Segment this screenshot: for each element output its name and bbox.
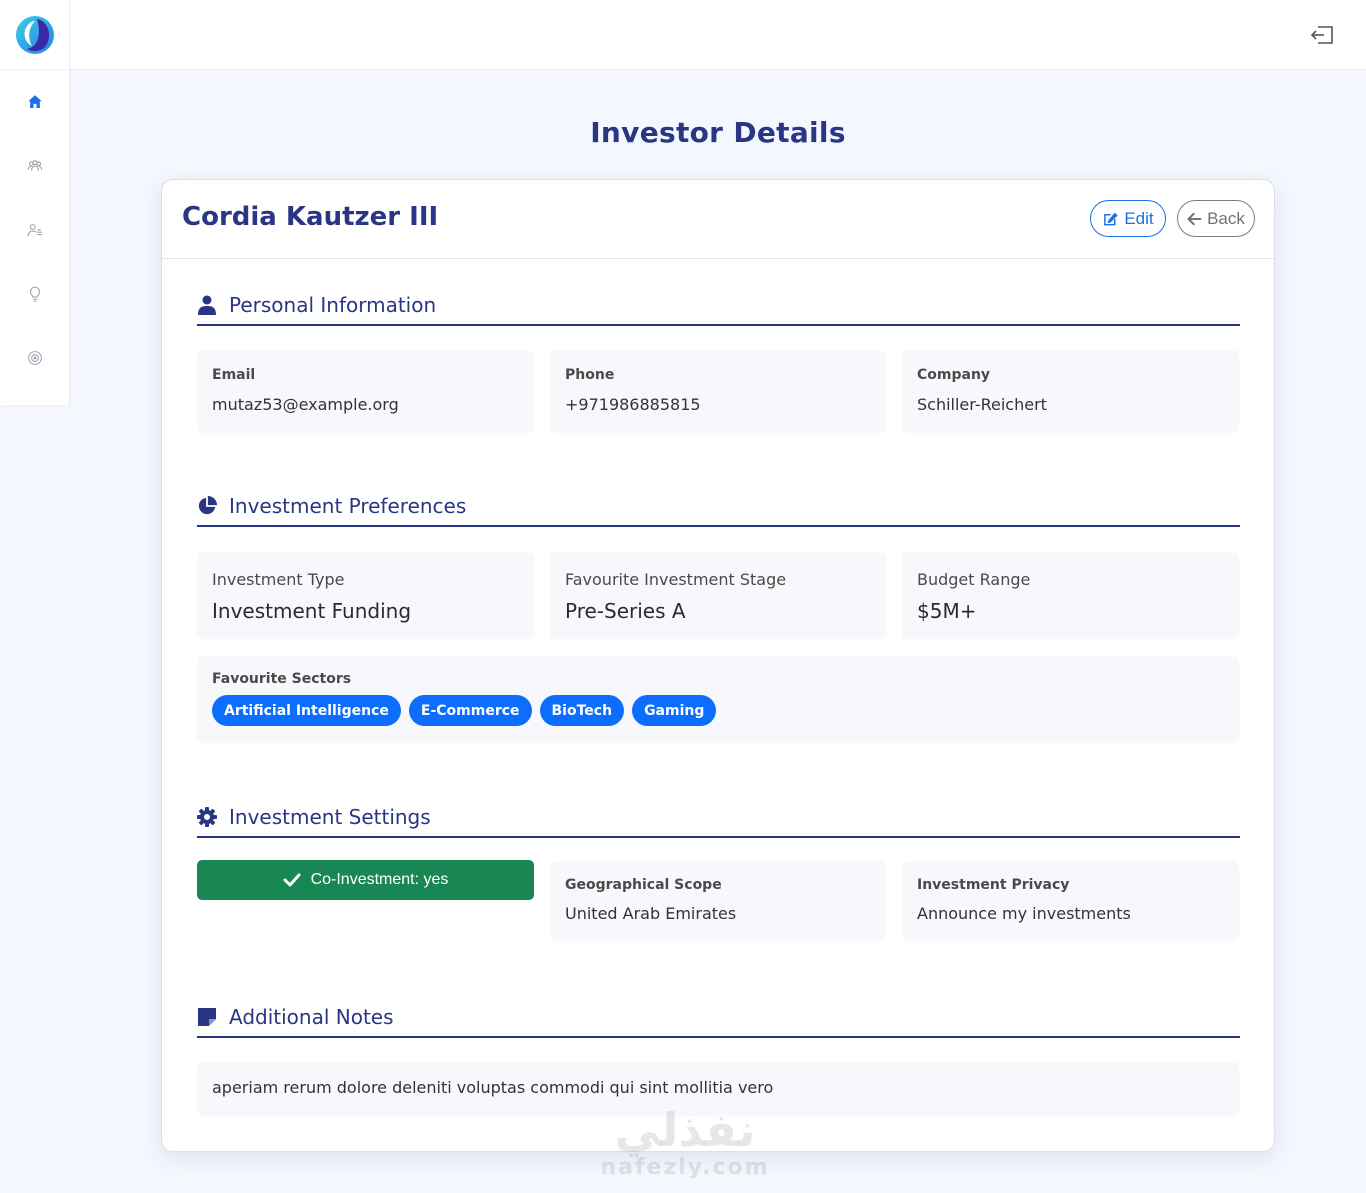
privacy-box: Investment Privacy Announce my investmen… <box>902 861 1239 940</box>
investment-stage-box: Favourite Investment Stage Pre-Series A <box>550 552 886 638</box>
personal-section: Personal Information Email mutaz53@examp… <box>197 286 1240 432</box>
notes-section: Additional Notes aperiam rerum dolore de… <box>197 998 1240 1115</box>
sectors-label: Favourite Sectors <box>212 671 352 687</box>
section-header: Investment Settings <box>197 798 1240 838</box>
investor-card: Cordia Kautzer III Edit Back Personal In… <box>161 179 1275 1152</box>
phone-label: Phone <box>565 367 615 383</box>
sidebar-item-targets[interactable] <box>0 326 70 390</box>
section-header: Additional Notes <box>197 998 1240 1038</box>
phone-box: Phone +971986885815 <box>550 350 886 432</box>
section-header: Investment Preferences <box>197 487 1240 527</box>
back-button[interactable]: Back <box>1177 200 1255 237</box>
edit-icon <box>1104 212 1118 225</box>
page-title: Investor Details <box>590 116 846 149</box>
section-title: Investment Settings <box>229 805 431 829</box>
sector-tag: BioTech <box>539 695 625 726</box>
investment-type-box: Investment Type Investment Funding <box>197 552 534 638</box>
sticky-note-icon <box>197 1007 217 1027</box>
investment-stage-label: Favourite Investment Stage <box>565 570 787 589</box>
preferences-section: Investment Preferences Investment Type I… <box>197 487 1240 742</box>
co-investment-label: Co-Investment: yes <box>310 871 449 888</box>
user-list-icon <box>27 224 42 237</box>
sidebar-item-ideas[interactable] <box>0 262 70 326</box>
geo-scope-value: United Arab Emirates <box>565 904 737 923</box>
budget-label: Budget Range <box>917 570 1031 589</box>
logout-icon <box>1310 26 1333 44</box>
sidebar <box>0 0 70 405</box>
sectors-box: Favourite Sectors Artificial Intelligenc… <box>197 656 1239 742</box>
company-value: Schiller-Reichert <box>917 395 1047 414</box>
email-box: Email mutaz53@example.org <box>197 350 534 432</box>
sector-tags: Artificial Intelligence E-Commerce BioTe… <box>212 695 717 726</box>
settings-section: Investment Settings Co-Investment: yes G… <box>197 798 1240 940</box>
app-logo[interactable] <box>0 0 69 70</box>
check-icon <box>283 873 301 887</box>
edit-button-label: Edit <box>1124 208 1154 228</box>
lightbulb-icon <box>29 286 41 302</box>
sidebar-item-home[interactable] <box>0 70 70 134</box>
logout-button[interactable] <box>1308 21 1336 49</box>
co-investment-badge: Co-Investment: yes <box>197 860 534 900</box>
home-icon <box>28 95 42 108</box>
sidebar-nav <box>0 70 69 390</box>
top-bar <box>70 0 1366 70</box>
sector-tag: Gaming <box>632 695 717 726</box>
card-header: Cordia Kautzer III Edit Back <box>162 180 1274 259</box>
privacy-label: Investment Privacy <box>917 877 1070 893</box>
section-header: Personal Information <box>197 286 1240 326</box>
sidebar-item-investors[interactable] <box>0 134 70 198</box>
gear-icon <box>197 807 217 827</box>
sector-tag: E-Commerce <box>408 695 532 726</box>
notes-text: aperiam rerum dolore deleniti voluptas c… <box>212 1078 774 1097</box>
investment-type-label: Investment Type <box>212 570 345 589</box>
watermark-latin: nafezly.com <box>600 1155 770 1180</box>
geo-scope-box: Geographical Scope United Arab Emirates <box>550 861 886 940</box>
sidebar-item-user-list[interactable] <box>0 198 70 262</box>
pie-chart-icon <box>197 496 217 516</box>
email-label: Email <box>212 367 256 383</box>
privacy-value: Announce my investments <box>917 904 1131 923</box>
sector-tag: Artificial Intelligence <box>212 695 401 726</box>
section-title: Investment Preferences <box>229 494 467 518</box>
section-title: Additional Notes <box>229 1005 394 1029</box>
company-label: Company <box>917 367 991 383</box>
company-box: Company Schiller-Reichert <box>902 350 1239 432</box>
budget-box: Budget Range $5M+ <box>902 552 1239 638</box>
back-button-label: Back <box>1207 208 1245 228</box>
phone-value: +971986885815 <box>565 395 701 414</box>
investment-stage-value: Pre-Series A <box>565 599 686 623</box>
section-title: Personal Information <box>229 293 437 317</box>
investor-name: Cordia Kautzer III <box>182 202 439 232</box>
target-icon <box>28 351 42 365</box>
investment-type-value: Investment Funding <box>212 599 412 623</box>
arrow-left-icon <box>1187 212 1202 225</box>
edit-button[interactable]: Edit <box>1090 200 1166 237</box>
user-icon <box>197 295 217 315</box>
email-value: mutaz53@example.org <box>212 395 399 414</box>
budget-value: $5M+ <box>917 599 977 623</box>
users-icon <box>27 160 43 171</box>
logo-icon <box>15 15 54 54</box>
geo-scope-label: Geographical Scope <box>565 877 722 893</box>
notes-box: aperiam rerum dolore deleniti voluptas c… <box>197 1062 1239 1115</box>
